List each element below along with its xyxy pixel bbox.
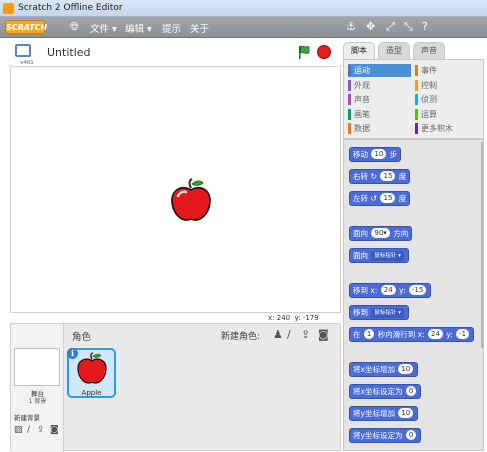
blocks-palette: 移动 10 步 右转 ↻ 15 度 左转 ↺ 15 度 面向 90▾ 方向 面向… — [343, 139, 484, 451]
sprites-label: 角色 — [72, 332, 92, 343]
stage-column: 舞台 1 背景 新建背景 ▨ / ⇪ ◙ — [11, 324, 64, 452]
category-label: 侦测 — [421, 95, 437, 104]
app-icon — [3, 3, 14, 14]
category-color-swatch — [348, 94, 351, 105]
category-color-swatch — [415, 94, 418, 105]
camera-backdrop-icon[interactable]: ◙ — [50, 425, 60, 435]
category-color-swatch — [348, 65, 351, 76]
sprite-tile-apple[interactable]: i Apple — [67, 348, 116, 398]
category-label: 画笔 — [354, 109, 370, 119]
sprite-library-icon[interactable]: ♟ — [273, 328, 283, 341]
stop-icon[interactable] — [317, 45, 331, 59]
camera-sprite-icon[interactable]: ◙ — [318, 328, 329, 341]
category-label: 外观 — [354, 80, 370, 90]
set-y-block[interactable]: 将y坐标设定为 0 — [349, 428, 422, 443]
apple-thumbnail — [77, 352, 107, 384]
palette-scrollbar[interactable] — [481, 142, 483, 348]
tab-costumes[interactable]: 造型 — [378, 42, 410, 59]
go-to-xy-block[interactable]: 移到 x: 24 y: -15 — [349, 283, 432, 298]
shrink-icon[interactable]: ⤡ — [404, 20, 413, 34]
scratch-logo[interactable]: SCRATCH — [5, 20, 47, 34]
upload-backdrop-icon[interactable]: ⇪ — [37, 425, 47, 435]
backdrop-count: 1 背景 — [28, 398, 47, 405]
category-label: 运算 — [421, 109, 437, 119]
category-label: 控制 — [421, 80, 437, 90]
paint-backdrop-icon[interactable]: / — [27, 425, 37, 435]
sprites-panel: 舞台 1 背景 新建背景 ▨ / ⇪ ◙ 角色 新建角色: ♟ / ⇪ ◙ i … — [10, 323, 341, 452]
menu-tips[interactable]: 提示 — [162, 21, 181, 35]
change-x-block[interactable]: 将x坐标增加 10 — [349, 362, 419, 377]
apple-sprite[interactable] — [168, 178, 214, 224]
sprite-name: Apple — [81, 389, 102, 397]
rotate-left-icon: ↺ — [370, 194, 378, 203]
backdrop-library-icon[interactable]: ▨ — [14, 425, 24, 435]
category-6[interactable]: 画笔 — [348, 108, 411, 121]
category-8[interactable]: 数据 — [348, 122, 411, 135]
cut-icon[interactable]: ✥ — [366, 20, 375, 33]
stage-header: v461 Untitled — [10, 41, 340, 66]
menu-bar: SCRATCH 🌐︎ 文件 ▾ 编辑 ▾ 提示 关于 ⚓︎ ✥ ⤢ ⤡ ? — [0, 17, 487, 38]
rotate-right-icon: ↻ — [370, 172, 378, 181]
editor-tabs: 脚本 造型 声音 — [343, 42, 483, 59]
category-label: 事件 — [421, 66, 437, 75]
category-9[interactable]: 更多积木 — [415, 122, 479, 135]
category-1[interactable]: 事件 — [415, 64, 479, 77]
category-color-swatch — [348, 79, 351, 91]
new-sprite-label: 新建角色: — [221, 332, 261, 342]
category-label: 声音 — [354, 95, 370, 104]
stage-canvas[interactable] — [10, 66, 341, 313]
category-color-swatch — [348, 123, 351, 134]
window-title: Scratch 2 Offline Editor — [18, 3, 123, 13]
paint-sprite-icon[interactable]: / — [287, 328, 291, 341]
new-backdrop-label: 新建背景 — [14, 414, 40, 422]
title-bar: Scratch 2 Offline Editor — [0, 0, 487, 17]
category-label: 运动 — [354, 66, 370, 75]
move-steps-block[interactable]: 移动 10 步 — [349, 147, 402, 162]
category-7[interactable]: 运算 — [415, 108, 479, 121]
glide-block[interactable]: 在 1 秒内滑行到 x: 24 y: -1 — [349, 327, 475, 342]
globe-icon[interactable]: 🌐︎ — [70, 20, 79, 34]
expand-icon[interactable]: ⤢ — [386, 20, 395, 34]
point-towards-block[interactable]: 面向 鼠标指针 ▾ — [349, 248, 409, 263]
point-in-direction-block[interactable]: 面向 90▾ 方向 — [349, 226, 413, 241]
category-color-swatch — [415, 108, 418, 120]
category-color-swatch — [415, 65, 418, 76]
category-color-swatch — [415, 79, 418, 91]
presentation-mode-button[interactable] — [15, 44, 31, 57]
help-icon[interactable]: ? — [422, 20, 428, 33]
tab-scripts[interactable]: 脚本 — [343, 42, 375, 59]
turn-left-block[interactable]: 左转 ↺ 15 度 — [349, 191, 411, 206]
change-y-block[interactable]: 将y坐标增加 10 — [349, 406, 419, 421]
tab-sounds[interactable]: 声音 — [413, 42, 445, 59]
set-x-block[interactable]: 将x坐标设定为 0 — [349, 384, 422, 399]
menu-edit[interactable]: 编辑 ▾ — [125, 21, 152, 35]
category-color-swatch — [415, 123, 418, 134]
category-0[interactable]: 运动 — [348, 64, 411, 77]
category-label: 更多积木 — [421, 124, 453, 133]
project-title[interactable]: Untitled — [47, 46, 91, 59]
stage-coordinates: x: 240 y: -179 — [268, 314, 319, 322]
menu-file[interactable]: 文件 ▾ — [90, 21, 117, 35]
category-4[interactable]: 声音 — [348, 93, 411, 106]
category-3[interactable]: 控制 — [415, 79, 479, 92]
stage-thumbnail[interactable] — [14, 348, 60, 386]
category-5[interactable]: 侦测 — [415, 93, 479, 106]
turn-right-block[interactable]: 右转 ↻ 15 度 — [349, 169, 411, 184]
green-flag-icon[interactable] — [298, 45, 310, 59]
category-2[interactable]: 外观 — [348, 79, 411, 92]
category-color-swatch — [348, 108, 351, 120]
category-label: 数据 — [354, 124, 370, 133]
block-categories: 运动 事件外观 控制声音 侦测画笔 运算数据 更多积木 — [343, 59, 484, 139]
go-to-block[interactable]: 移到 鼠标指针 ▾ — [349, 305, 409, 320]
upload-sprite-icon[interactable]: ⇪ — [301, 328, 310, 341]
menu-about[interactable]: 关于 — [190, 21, 209, 35]
stamp-icon[interactable]: ⚓︎ — [346, 20, 356, 33]
